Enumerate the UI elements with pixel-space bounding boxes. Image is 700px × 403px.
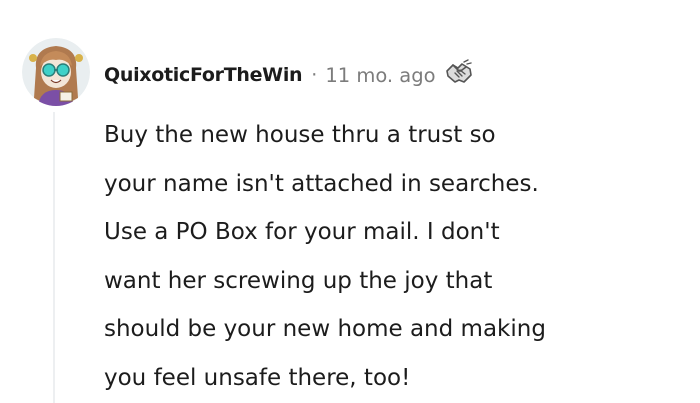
thread-line[interactable] <box>53 112 55 403</box>
comment-body: Buy the new house thru a trust so your n… <box>104 111 694 402</box>
comment-body-line: should be your new home and making <box>104 316 546 342</box>
username-link[interactable]: QuixoticForTheWin <box>104 64 303 86</box>
comment-meta: QuixoticForTheWin · 11 mo. ago <box>104 58 474 92</box>
meta-separator: · <box>311 64 318 86</box>
comment-body-line: your name isn't attached in searches. <box>104 170 539 197</box>
comment-body-line: you feel unsafe there, too! <box>104 364 411 391</box>
user-avatar-cartoon-icon <box>22 38 90 106</box>
comment-body-line: want her screwing up the joy that <box>104 267 493 294</box>
timestamp-link[interactable]: 11 mo. ago <box>325 64 435 87</box>
handshake-award-icon[interactable] <box>444 57 474 87</box>
comment-card: QuixoticForTheWin · 11 mo. ago Buy the n… <box>0 0 700 403</box>
comment-body-line: Use a PO Box for your mail. I don't <box>104 219 500 245</box>
comment-body-line: Buy the new house thru a trust so <box>104 122 496 148</box>
user-avatar[interactable] <box>22 38 90 106</box>
